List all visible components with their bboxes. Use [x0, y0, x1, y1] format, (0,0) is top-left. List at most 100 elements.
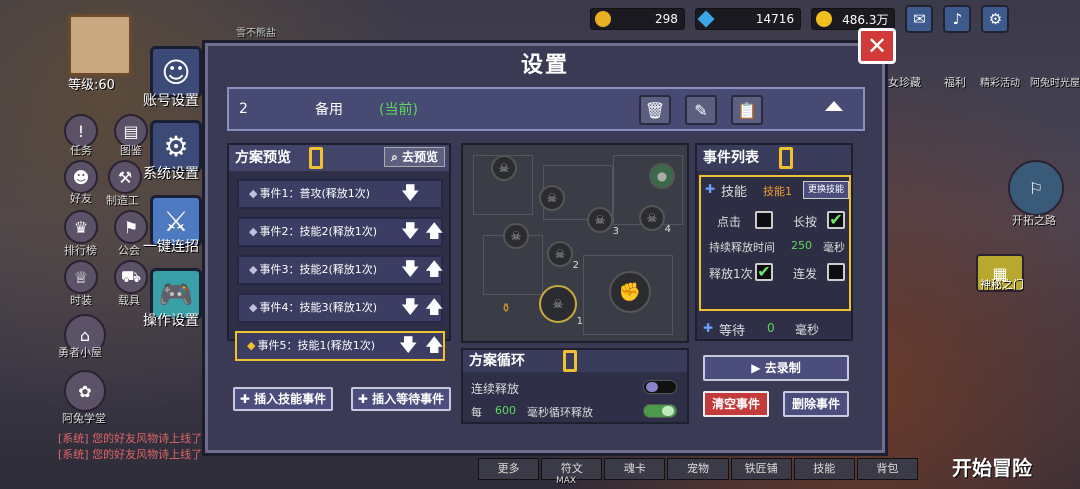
resource-gold[interactable]: 486.3万	[811, 8, 896, 30]
scheme-bar[interactable]: 2 备用 (当前) 🗑 ✎ 📋	[227, 87, 865, 131]
resource-coin[interactable]: 298	[590, 8, 685, 30]
loop-header: 方案循环	[463, 350, 687, 372]
record-button[interactable]: ▶ 去录制	[703, 355, 849, 381]
rabbit-school-icon[interactable]: ✿	[64, 370, 106, 412]
event-list-panel: 事件列表 ✚ 技能 技能1 更换技能 点击 长按 ✔ 持续释放时间 250 毫秒…	[695, 143, 853, 341]
vehicle-icon[interactable]: ⛟	[114, 260, 148, 294]
record-icon: ▶	[751, 361, 761, 375]
mail-icon[interactable]: ✉	[905, 5, 934, 33]
continuous-release-label: 连续释放	[471, 382, 520, 396]
rapid-fire-checkbox[interactable]	[827, 263, 845, 281]
mystery-door-label[interactable]: 神秘之门	[980, 276, 1024, 292]
skill-event-card: ✚ 技能 技能1 更换技能 点击 长按 ✔ 持续释放时间 250 毫秒 释放1次…	[699, 175, 851, 311]
event-row[interactable]: ◆ 事件1：普攻(释放1次) 🡇	[237, 179, 443, 209]
ops-settings-label[interactable]: 操作设置	[143, 310, 199, 330]
coin-icon	[595, 11, 611, 27]
map-node: ☠	[539, 185, 565, 211]
scheme-current: (当前)	[379, 102, 418, 118]
menu-pet[interactable]: 宠物	[667, 458, 729, 480]
clear-events-button[interactable]: 清空事件	[703, 391, 769, 417]
chat-line: [系统] 您的好友风物诗上线了	[58, 448, 203, 461]
loop-ms-value[interactable]: 600	[495, 404, 516, 417]
click-checkbox[interactable]	[755, 211, 773, 229]
account-settings-label[interactable]: 账号设置	[143, 90, 199, 110]
down-arrow-icon[interactable]: 🡇	[401, 183, 420, 205]
welfare-label[interactable]: 福利	[944, 74, 966, 90]
event-row[interactable]: ◆ 事件4：技能3(释放1次) 🡇 🡅	[237, 293, 444, 323]
release-once-checkbox[interactable]: ✔	[755, 263, 773, 281]
collapse-icon[interactable]	[825, 101, 843, 111]
wait-value[interactable]: 0	[767, 321, 775, 335]
menu-skill[interactable]: 技能	[793, 458, 855, 480]
rabbit-time-label[interactable]: 阿兔时光屋	[1030, 74, 1080, 89]
up-arrow-icon[interactable]: 🡅	[425, 221, 444, 243]
path-icon[interactable]: ⚐	[1008, 160, 1064, 216]
gold-icon	[816, 11, 833, 27]
down-arrow-icon[interactable]: 🡇	[401, 221, 420, 243]
up-arrow-icon[interactable]: 🡅	[425, 335, 444, 357]
event-label[interactable]: 精彩活动	[980, 74, 1020, 89]
codex-label: 图鉴	[120, 144, 142, 157]
map-node: ●	[649, 163, 675, 189]
sound-icon[interactable]: ♪	[943, 5, 972, 33]
down-arrow-icon[interactable]: 🡇	[401, 297, 420, 319]
resource-gem[interactable]: 14716	[694, 8, 802, 30]
duration-unit: 毫秒	[823, 241, 845, 254]
clipboard-icon[interactable]: 📋	[731, 95, 763, 125]
long-press-label: 长按	[793, 215, 818, 229]
task-label: 任务	[70, 144, 92, 157]
chat-line: [系统] 您的好友风物诗上线了	[58, 432, 203, 445]
event-row[interactable]: ◆ 事件3：技能2(释放1次) 🡇 🡅	[237, 255, 444, 285]
close-icon[interactable]: ✕	[858, 28, 896, 64]
change-skill-button[interactable]: 更换技能	[803, 181, 849, 199]
combo-label[interactable]: 一键连招	[143, 236, 199, 256]
loop-panel: 方案循环 连续释放 每 600 毫秒循环释放	[461, 348, 689, 424]
preview-title: 方案预览	[235, 150, 291, 166]
ranking-icon[interactable]: ♛	[64, 210, 98, 244]
chat-log: [系统] 您的好友风物诗上线了 [系统] 您的好友风物诗上线了	[58, 430, 202, 462]
down-arrow-icon[interactable]: 🡇	[399, 335, 418, 357]
bottom-menu: 更多 符文 魂卡 宠物 铁匠铺 技能 背包	[478, 458, 918, 480]
menu-blacksmith[interactable]: 铁匠铺	[730, 458, 792, 480]
insert-skill-event-button[interactable]: ✚ 插入技能事件	[233, 387, 333, 411]
event-row-selected[interactable]: ◆ 事件5：技能1(释放1次) 🡇 🡅	[235, 331, 445, 361]
potion-icon: ⚱	[500, 301, 512, 315]
goto-preview-button[interactable]: ⌕ 去预览	[384, 147, 445, 167]
long-press-checkbox[interactable]: ✔	[827, 211, 845, 229]
duration-value[interactable]: 250	[791, 239, 812, 252]
edit-icon[interactable]: ✎	[685, 95, 717, 125]
up-arrow-icon[interactable]: 🡅	[425, 259, 444, 281]
system-settings-label[interactable]: 系统设置	[143, 163, 199, 183]
plus-icon: ✚	[703, 321, 714, 335]
start-adventure-button[interactable]: 开始冒险	[952, 452, 1032, 481]
menu-more[interactable]: 更多	[478, 458, 540, 480]
path-label[interactable]: 开拓之路	[1012, 212, 1056, 228]
menu-soulcard[interactable]: 魂卡	[604, 458, 666, 480]
player-avatar[interactable]	[68, 14, 132, 76]
continuous-release-toggle[interactable]	[643, 380, 677, 394]
resource-bar: 298 14716 486.3万 ✉ ♪ ⚙	[590, 5, 1080, 33]
settings-dialog: 设置 2 备用 (当前) 🗑 ✎ 📋 方案预览 ⌕ 去预览 ◆ 事件1：普攻(释放…	[202, 40, 888, 456]
gem-icon	[697, 10, 715, 28]
player-level: 等级:60	[68, 78, 115, 93]
map-node: ☠ 2	[547, 241, 579, 271]
goddess-label[interactable]: 女珍藏	[888, 74, 921, 90]
up-arrow-icon[interactable]: 🡅	[425, 297, 444, 319]
scheme-number: 2	[239, 101, 248, 117]
loop-release-toggle[interactable]	[643, 404, 677, 418]
delete-event-button[interactable]: 删除事件	[783, 391, 849, 417]
friends-icon[interactable]: ☻	[64, 160, 98, 194]
menu-bag[interactable]: 背包	[856, 458, 918, 480]
insert-wait-event-button[interactable]: ✚ 插入等待事件	[351, 387, 451, 411]
event-row[interactable]: ◆ 事件2：技能2(释放1次) 🡇 🡅	[237, 217, 444, 247]
fashion-icon[interactable]: ♕	[64, 260, 98, 294]
guild-icon[interactable]: ⚑	[114, 210, 148, 244]
clip-icon	[563, 350, 577, 372]
release-once-label: 释放1次	[709, 267, 753, 281]
clip-icon	[309, 147, 323, 169]
settings-gear-icon[interactable]: ⚙	[981, 5, 1010, 33]
down-arrow-icon[interactable]: 🡇	[401, 259, 420, 281]
trash-icon[interactable]: 🗑	[639, 95, 671, 125]
rabbit-school-label: 阿兔学堂	[62, 412, 106, 425]
workshop-icon[interactable]: ⚒	[108, 160, 142, 194]
